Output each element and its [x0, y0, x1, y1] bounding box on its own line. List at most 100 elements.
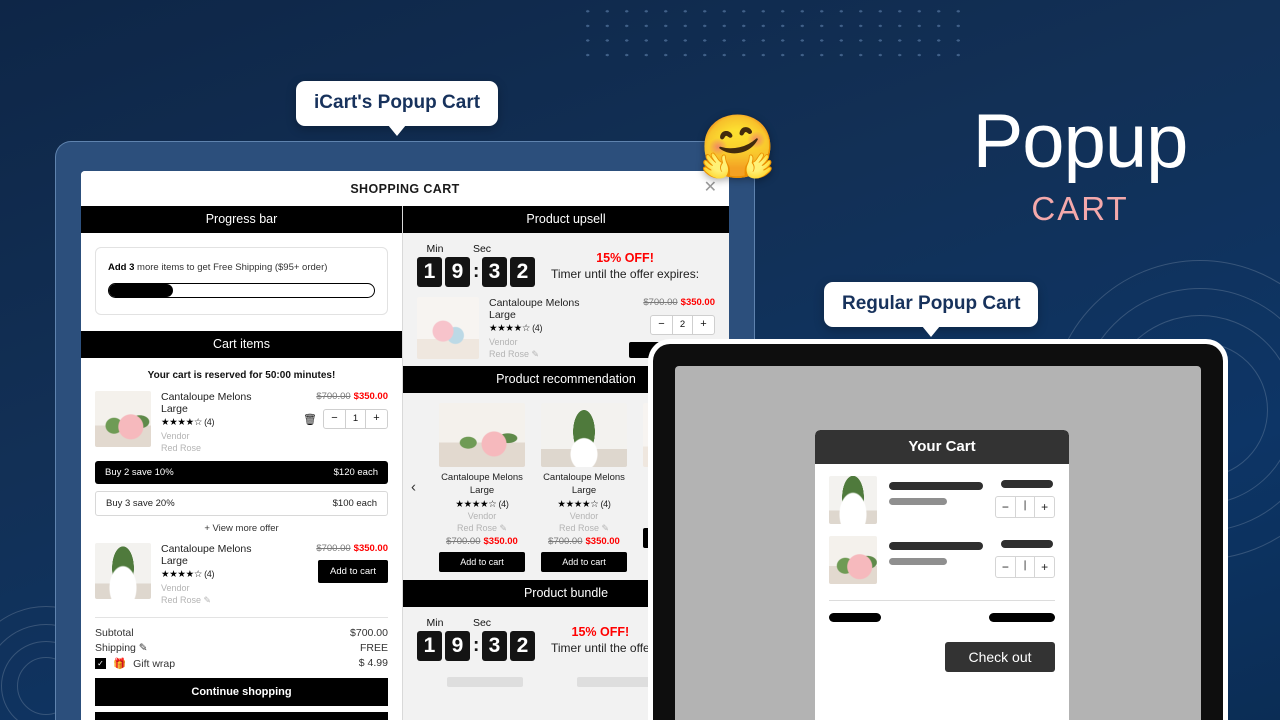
stars-glyphs: ★★★★☆ — [161, 569, 203, 581]
vendor-name[interactable]: Red Rose ✎ — [541, 522, 627, 534]
product-thumbnail[interactable] — [829, 476, 877, 524]
progress-fill — [109, 284, 173, 297]
countdown-timer: Min Sec 1 9 : 3 2 — [417, 617, 535, 662]
cart-item-row: Cantaloupe Melons Large ★★★★☆ (4) Vendor … — [81, 543, 402, 606]
product-vendor: Vendor Red Rose — [161, 430, 278, 454]
discount-badge: 15% OFF! — [571, 625, 630, 640]
timer-message: Timer until the offe — [551, 641, 650, 656]
review-count: (4) — [600, 498, 611, 509]
price-original: $700.00 — [446, 536, 481, 548]
checkout-button[interactable]: Check out — [945, 642, 1055, 672]
vendor-name: Red Rose — [161, 443, 202, 454]
timer-label-gap — [453, 243, 464, 255]
quantity-increase-button[interactable]: + — [693, 316, 714, 334]
vendor-label: Vendor — [489, 337, 518, 347]
quantity-value[interactable]: 1 — [345, 410, 366, 428]
timer-message: Timer until the offer expires: — [551, 267, 700, 281]
price-discounted: $350.00 — [585, 536, 620, 548]
quantity-increase-button[interactable]: + — [1035, 557, 1054, 577]
quantity-increase-button[interactable]: + — [366, 410, 387, 428]
vendor-name[interactable]: Red Rose ✎ — [161, 594, 278, 606]
quantity-value[interactable]: ❘ — [1014, 557, 1036, 577]
vendor-label: Vendor — [569, 510, 599, 521]
product-thumbnail[interactable] — [95, 543, 151, 600]
add-to-cart-button[interactable]: Add to cart — [541, 552, 627, 573]
product-meta-placeholder — [889, 498, 948, 505]
stars-glyphs: ★★★★☆ — [455, 498, 497, 510]
volume-offer-tier[interactable]: Buy 2 save 10% $120 each — [95, 461, 388, 485]
vendor-label: Vendor — [467, 510, 497, 521]
vendor-label: Vendor — [161, 583, 190, 594]
carousel-prev-icon[interactable]: ‹ — [411, 478, 416, 495]
gift-wrap-checkbox[interactable]: ✓ — [95, 658, 106, 670]
section-header-progress-bar: Progress bar — [81, 206, 402, 233]
quantity-decrease-button[interactable]: − — [996, 497, 1015, 517]
vendor-name[interactable]: Red Rose ✎ — [439, 522, 525, 534]
offer-label: Buy 3 save 20% — [106, 498, 175, 510]
countdown-timer: Min Sec 1 9 : 3 2 — [417, 243, 535, 287]
add-to-cart-button[interactable]: Add to cart — [318, 560, 388, 584]
product-thumbnail[interactable] — [829, 536, 877, 584]
regular-cart-item-row: − ❘ + — [815, 464, 1069, 524]
quantity-increase-button[interactable]: + — [1035, 497, 1054, 517]
view-more-offer-link[interactable]: + View more offer — [81, 516, 402, 543]
quantity-decrease-button[interactable]: − — [651, 316, 672, 334]
timer-min-ones: 9 — [445, 631, 470, 662]
review-count: (4) — [532, 323, 543, 333]
price-original: $700.00 — [548, 536, 583, 548]
total-row-shipping: Shipping ✎ FREE — [95, 641, 388, 656]
product-thumbnail[interactable] — [95, 391, 151, 447]
price-discounted: $350.00 — [483, 536, 518, 548]
regular-cart-total-row — [815, 601, 1069, 622]
offer-label: Buy 2 save 10% — [105, 467, 174, 479]
price-discounted: $350.00 — [680, 297, 715, 308]
timer-sec-ones: 2 — [510, 257, 535, 287]
progress-bar-card: Add 3 more items to get Free Shipping ($… — [95, 247, 388, 315]
cart-item-row: Cantaloupe Melons Large ★★★★☆ (4) Vendor … — [81, 391, 402, 454]
quantity-decrease-button[interactable]: − — [996, 557, 1015, 577]
vendor-name[interactable]: Red Rose ✎ — [489, 348, 605, 360]
shipping-label[interactable]: Shipping ✎ — [95, 642, 148, 654]
total-row-subtotal: Subtotal $700.00 — [95, 626, 388, 641]
product-meta-placeholder — [889, 558, 948, 565]
review-count: (4) — [204, 569, 215, 580]
regular-cart-title: Your Cart — [815, 430, 1069, 464]
checkout-button[interactable]: Checkout - $ 704.99 — [95, 711, 388, 720]
rating-stars: ★★★★☆ (4) — [541, 499, 627, 510]
timer-sec-tens: 3 — [482, 257, 507, 287]
discount-badge: 15% OFF! — [596, 251, 654, 265]
quantity-decrease-button[interactable]: − — [324, 410, 345, 428]
stars-glyphs: ★★★★☆ — [161, 417, 203, 428]
product-name: Cantaloupe Melons Large — [489, 297, 580, 321]
product-thumbnail[interactable] — [541, 403, 627, 468]
volume-offer-tier[interactable]: Buy 3 save 20% $100 each — [95, 491, 388, 517]
quantity-stepper: − 1 + — [323, 409, 388, 429]
product-vendor: Vendor Red Rose ✎ — [489, 336, 605, 360]
subtotal-label: Subtotal — [95, 627, 134, 640]
quantity-stepper: − 2 + — [650, 315, 715, 335]
product-name-placeholder — [889, 542, 983, 550]
hero-title: Popup — [972, 99, 1189, 184]
price-discounted: $350.00 — [353, 391, 388, 402]
product-thumbnail[interactable] — [439, 403, 525, 468]
product-name-placeholder — [889, 482, 983, 490]
add-to-cart-button[interactable]: Add to cart — [439, 552, 525, 573]
continue-shopping-button[interactable]: Continue shopping — [95, 677, 388, 706]
product-thumbnail[interactable] — [417, 297, 479, 359]
regular-popup-cart: Your Cart − ❘ + − ❘ + Check out — [815, 430, 1069, 720]
bundle-item-placeholder — [577, 677, 653, 688]
delete-icon[interactable]: 🗑 — [303, 413, 317, 426]
regular-cart-item-row: − ❘ + — [815, 524, 1069, 584]
cart-left-column: Progress bar Add 3 more items to get Fre… — [81, 206, 403, 720]
quantity-stepper: − ❘ + — [995, 556, 1055, 578]
progress-text-rest: more items to get Free Shipping ($95+ or… — [134, 262, 328, 273]
callout-regular-popup-cart: Regular Popup Cart — [824, 282, 1039, 337]
bundle-item-placeholder — [447, 677, 523, 688]
quantity-value[interactable]: ❘ — [1014, 497, 1036, 517]
section-header-cart-items: Cart items — [81, 331, 402, 358]
timer-min-tens: 1 — [417, 257, 442, 287]
timer-sec-tens: 3 — [482, 631, 507, 662]
quantity-value[interactable]: 2 — [672, 316, 693, 334]
review-count: (4) — [204, 417, 215, 427]
hugging-face-emoji: 🤗 — [699, 113, 777, 182]
